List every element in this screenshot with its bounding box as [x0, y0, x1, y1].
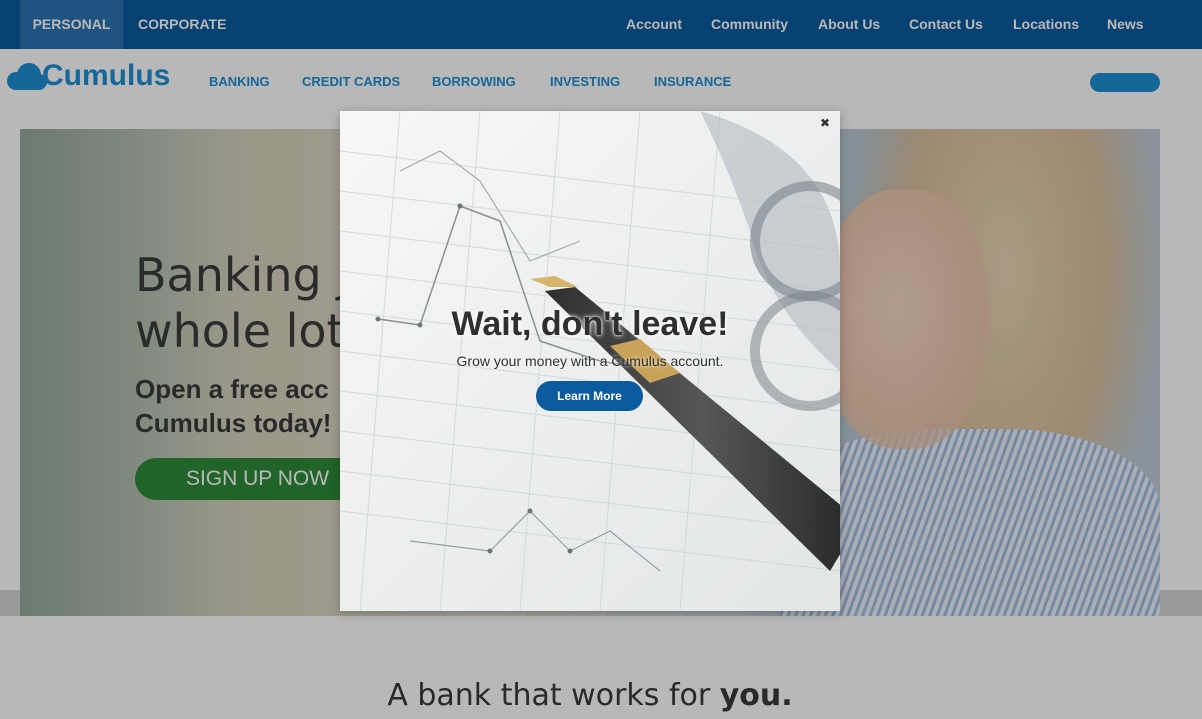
learn-more-button[interactable]: Learn More	[536, 381, 643, 411]
modal-subtitle: Grow your money with a Cumulus account.	[456, 353, 724, 369]
close-icon[interactable]: ✖	[816, 114, 834, 132]
exit-intent-modal: ✖ Wait, don't leave! Grow your money wit…	[340, 111, 840, 611]
modal-title: Wait, don't leave!	[451, 305, 729, 343]
